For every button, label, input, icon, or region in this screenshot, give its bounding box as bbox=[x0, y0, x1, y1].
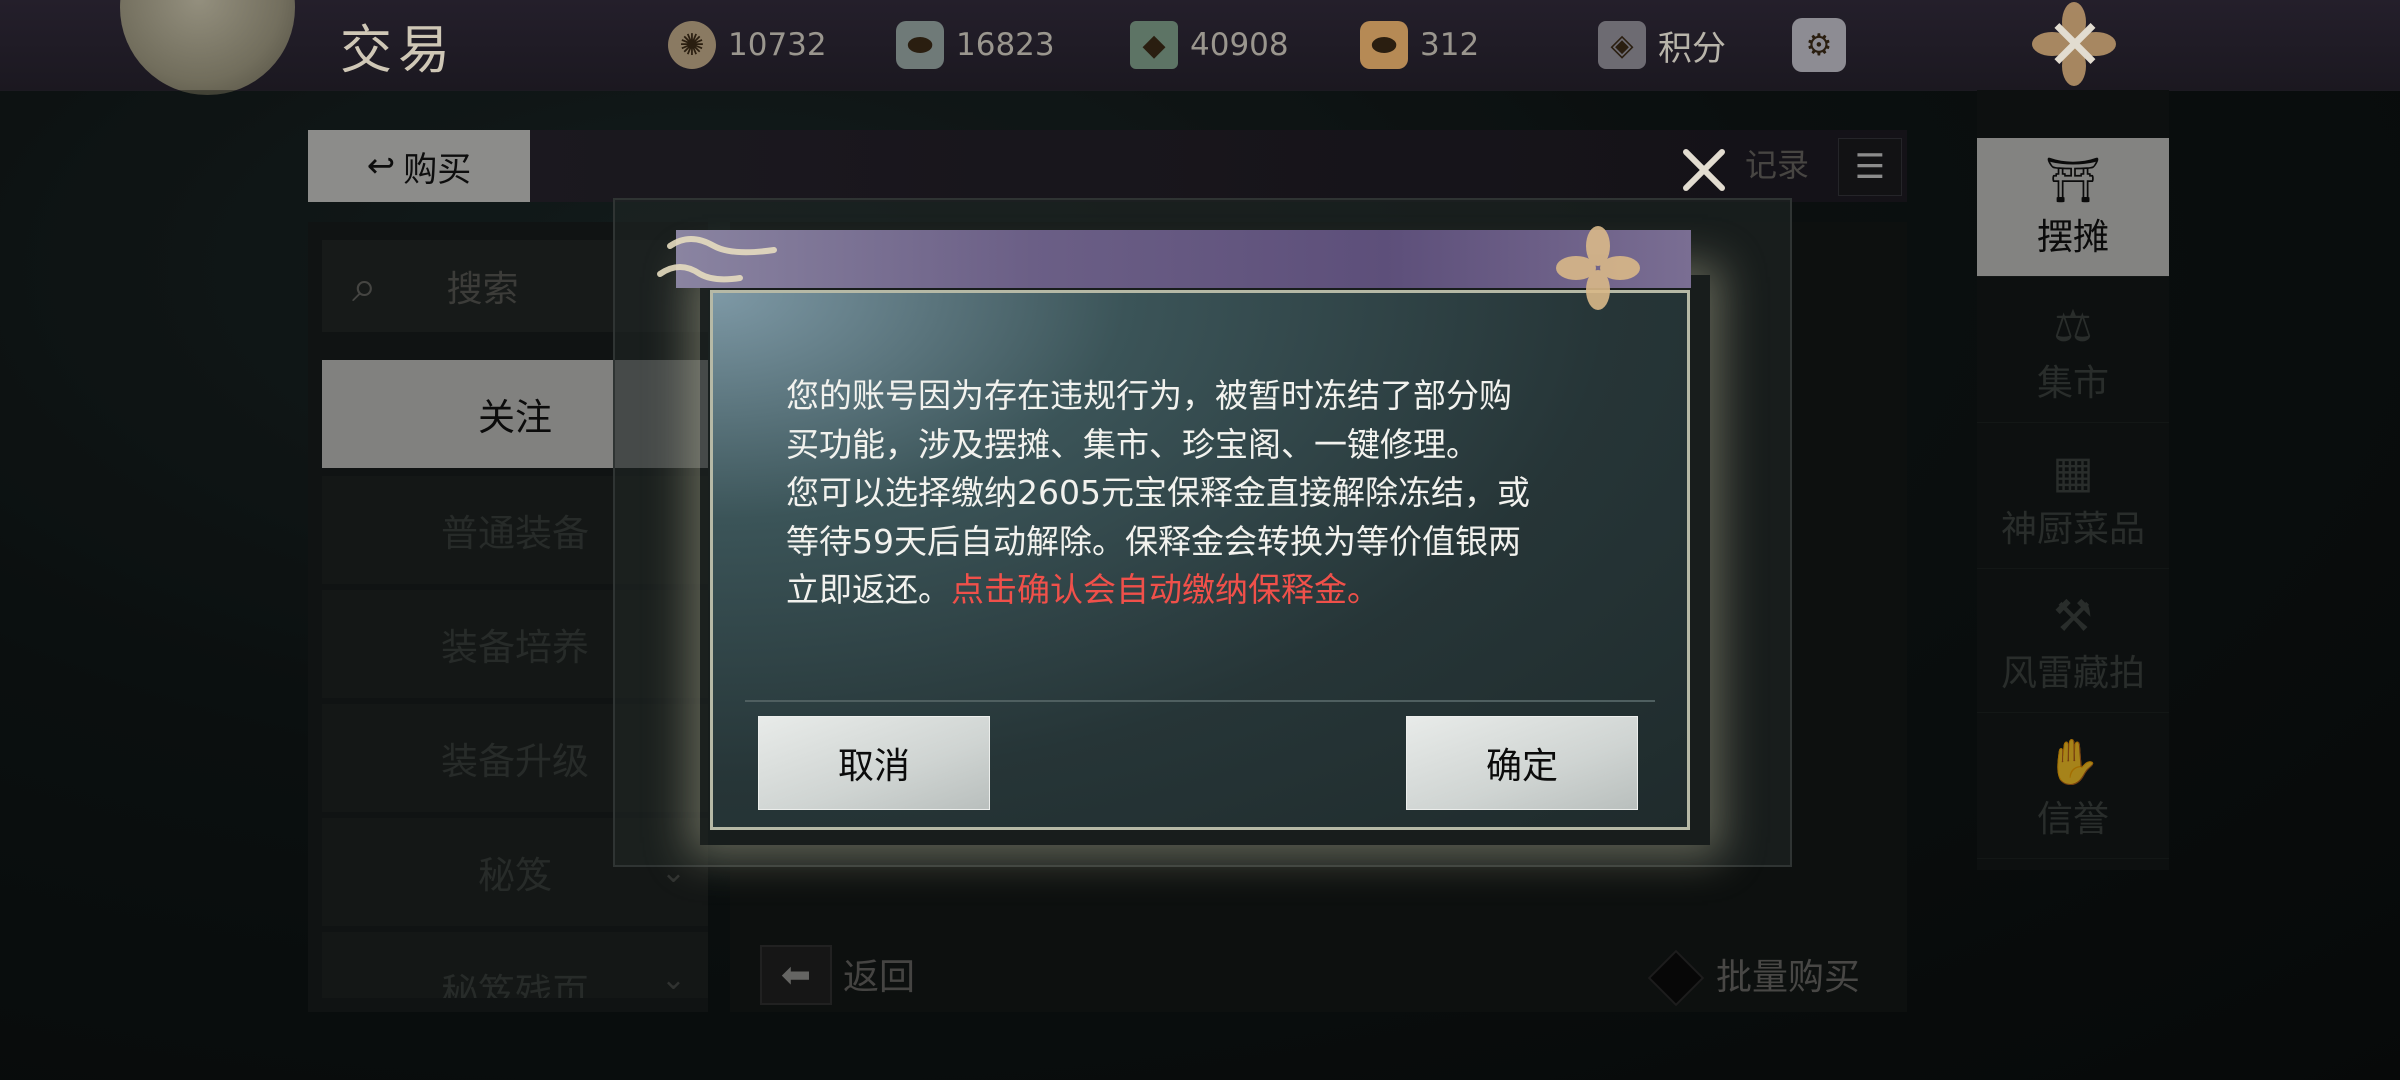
dialog-warning-text: 点击确认会自动缴纳保释金。 bbox=[951, 570, 1380, 609]
settings-button[interactable]: ⚙ bbox=[1792, 18, 1858, 72]
points-button[interactable]: ◈ 积分 bbox=[1598, 18, 1726, 72]
gear-seal-icon: ⚙ bbox=[1792, 18, 1846, 72]
game-screen: 交易 ✺ 10732 ⬬ 16823 ◆ 40908 ⬬ 312 ◈ 积分 ⚙ bbox=[0, 0, 2400, 1080]
page-title: 交易 bbox=[340, 21, 457, 81]
close-icon[interactable] bbox=[1674, 140, 1734, 200]
silver-ingot-icon: ⬬ bbox=[896, 21, 944, 69]
points-label: 积分 bbox=[1658, 28, 1726, 69]
dialog-text-line: 买功能，涉及摆摊、集市、珍宝阁、一键修理。 bbox=[786, 424, 1479, 464]
currency-gold[interactable]: ⬬ 312 bbox=[1360, 18, 1479, 72]
confirm-button[interactable]: 确定 bbox=[1406, 716, 1638, 810]
currency-coin[interactable]: ✺ 10732 bbox=[668, 18, 827, 72]
currency-jade[interactable]: ◆ 40908 bbox=[1130, 18, 1289, 72]
dialog-text-line: 立即返还。点击确认会自动缴纳保释金。 bbox=[786, 566, 1606, 615]
dialog-header bbox=[676, 230, 1691, 288]
dialog-text-line: 等待59天后自动解除。保释金会转换为等价值银两 bbox=[786, 521, 1521, 561]
top-bar: 交易 ✺ 10732 ⬬ 16823 ◆ 40908 ⬬ 312 ◈ 积分 ⚙ bbox=[0, 0, 2400, 95]
dialog-text-line: 您的账号因为存在违规行为，被暂时冻结了部分购 bbox=[786, 376, 1512, 415]
dialog-text-line: 您可以选择缴纳2605元宝保释金直接解除冻结，或 bbox=[786, 473, 1530, 512]
gold-ingot-icon: ⬬ bbox=[1360, 21, 1408, 69]
currency-value: 312 bbox=[1420, 27, 1480, 63]
moon-decoration bbox=[120, 0, 295, 95]
cloud-decoration bbox=[657, 236, 777, 283]
jade-token-icon: ◆ bbox=[1130, 21, 1178, 69]
coin-wheel-icon: ✺ bbox=[668, 21, 716, 69]
dialog-text-prefix: 立即返还。 bbox=[786, 570, 951, 609]
flower-decoration bbox=[1556, 226, 1640, 310]
dialog-message: 您的账号因为存在违规行为，被暂时冻结了部分购 买功能，涉及摆摊、集市、珍宝阁、一… bbox=[786, 372, 1606, 615]
currency-silver[interactable]: ⬬ 16823 bbox=[896, 18, 1055, 72]
close-icon[interactable]: ✕ bbox=[2030, 0, 2120, 90]
dialog-divider bbox=[745, 700, 1655, 702]
currency-value: 40908 bbox=[1190, 27, 1289, 63]
cancel-button[interactable]: 取消 bbox=[758, 716, 990, 810]
currency-value: 10732 bbox=[728, 27, 827, 63]
currency-value: 16823 bbox=[956, 27, 1055, 63]
points-shield-icon: ◈ bbox=[1598, 21, 1646, 69]
